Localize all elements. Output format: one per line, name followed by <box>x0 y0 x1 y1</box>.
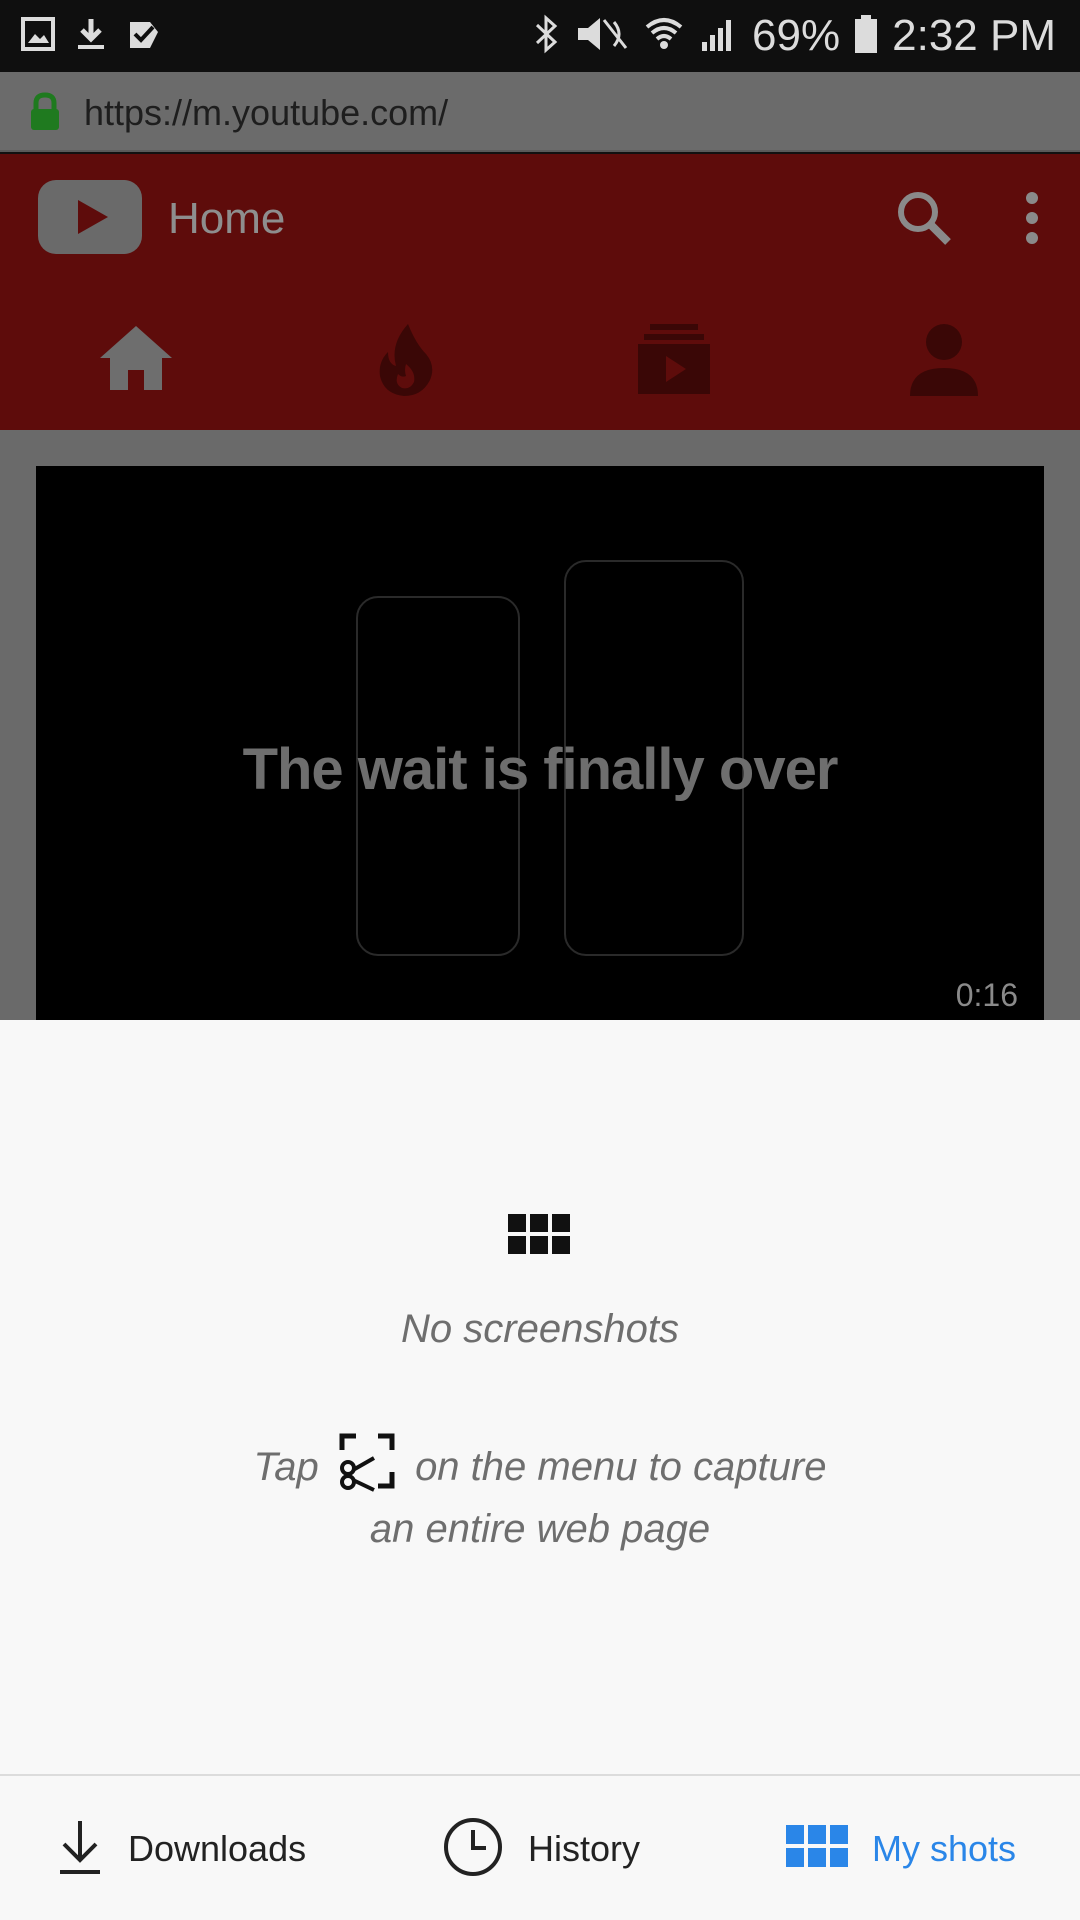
video-caption: The wait is finally over <box>242 737 839 802</box>
hint-text-before: Tap <box>253 1445 319 1489</box>
person-icon[interactable] <box>904 320 984 400</box>
grid-icon <box>786 1824 848 1874</box>
battery-percent: 69% <box>752 11 841 60</box>
screenshots-panel: No screenshots Tap on the menu to captur… <box>0 1020 1080 1775</box>
download-icon <box>56 1817 104 1882</box>
download-icon <box>74 16 108 57</box>
url-text[interactable]: https://m.youtube.com/ <box>84 92 448 134</box>
subscriptions-icon[interactable] <box>634 320 714 400</box>
status-bar: 69% 2:32 PM <box>0 0 1080 72</box>
bottom-nav: Downloads History My shots <box>0 1774 1080 1920</box>
system-icons: 69% 2:32 PM <box>534 8 1056 64</box>
task-check-icon <box>126 16 162 57</box>
image-icon <box>20 16 56 57</box>
clock-icon <box>442 1816 504 1883</box>
hint-text-after: on the menu to capture <box>415 1445 827 1489</box>
bluetooth-icon <box>534 14 560 59</box>
notification-icons <box>20 16 162 57</box>
history-label: History <box>528 1828 641 1869</box>
wifi-icon <box>644 14 684 59</box>
mute-icon <box>574 14 630 59</box>
hint-text-line2: an entire web page <box>369 1507 711 1551</box>
my-shots-tab[interactable]: My shots <box>786 1816 1016 1882</box>
battery-icon <box>854 13 878 60</box>
my-shots-label: My shots <box>872 1828 1017 1869</box>
youtube-tabs <box>0 320 1080 430</box>
signal-icon <box>698 14 738 59</box>
home-icon[interactable] <box>96 320 176 400</box>
video-feed: The wait is finally over 0:16 <box>0 430 1080 1020</box>
empty-state-hint: Tap on the menu to capture an entire web… <box>0 1430 1080 1554</box>
video-thumbnail[interactable]: The wait is finally over 0:16 <box>36 466 1044 1020</box>
history-tab[interactable]: History <box>442 1816 640 1882</box>
page-title: Home <box>168 194 286 243</box>
empty-state-title: No screenshots <box>401 1307 679 1351</box>
flame-icon[interactable] <box>366 320 446 400</box>
youtube-logo-icon[interactable] <box>38 180 142 254</box>
grid-icon <box>508 1214 572 1263</box>
youtube-header: Home <box>0 154 1080 430</box>
search-icon[interactable] <box>894 188 954 253</box>
video-duration: 0:16 <box>955 977 1018 1013</box>
downloads-label: Downloads <box>128 1828 307 1869</box>
clock-time: 2:32 PM <box>892 11 1056 60</box>
downloads-tab[interactable]: Downloads <box>56 1816 306 1882</box>
lock-icon <box>28 92 62 137</box>
url-bar[interactable]: https://m.youtube.com/ <box>0 72 1080 152</box>
capture-scissors-icon <box>336 1430 398 1504</box>
more-options-icon[interactable] <box>1024 190 1040 251</box>
